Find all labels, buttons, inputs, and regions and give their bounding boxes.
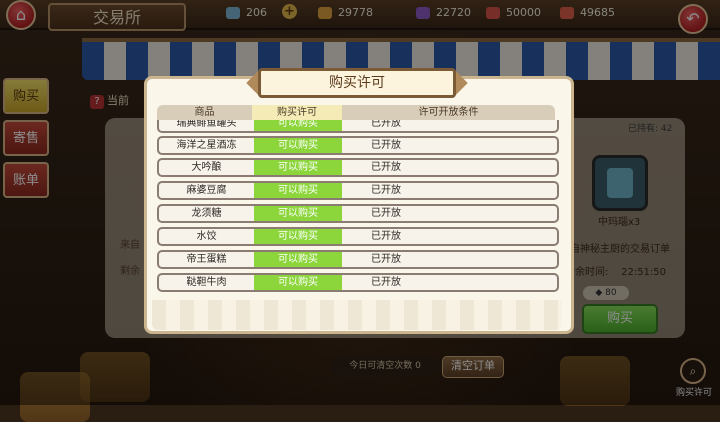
table-row: 麻婆豆腐 可以购买 已开放 [157, 181, 559, 200]
column-item: 商品 [157, 105, 252, 120]
table-row: 水饺 可以购买 已开放 [157, 227, 559, 246]
permit-status: 可以购买 [254, 206, 342, 221]
permit-status: 可以购买 [254, 229, 342, 244]
item-name: 麻婆豆腐 [186, 185, 227, 196]
dialog-decorative-border [152, 300, 562, 330]
item-name: 水饺 [196, 231, 217, 242]
item-name: 帝王蛋糕 [186, 254, 227, 265]
permit-table-header: 商品 购买许可 许可开放条件 [157, 105, 561, 120]
item-name: 龙须糖 [191, 208, 222, 219]
permit-table-body[interactable]: 瑞典鲱鱼罐头 可以购买 已开放 海洋之星酒冻 可以购买 已开放 大吟酿 可以购买… [157, 120, 561, 295]
item-name: 大吟酿 [191, 162, 222, 173]
table-row: 龙须糖 可以购买 已开放 [157, 204, 559, 223]
dialog-title: 购买许可 [258, 68, 456, 98]
unlock-condition: 已开放 [371, 185, 401, 196]
item-name: 瑞典鲱鱼罐头 [176, 120, 237, 129]
table-row: 帝王蛋糕 可以购买 已开放 [157, 250, 559, 269]
item-name: 海洋之星酒冻 [176, 140, 237, 151]
permit-status: 可以购买 [254, 183, 342, 198]
permit-status: 可以购买 [254, 138, 342, 153]
unlock-condition: 已开放 [371, 231, 401, 242]
column-permit: 购买许可 [252, 105, 342, 120]
table-row: 鞑靼牛肉 可以购买 已开放 [157, 273, 559, 292]
unlock-condition: 已开放 [371, 120, 401, 129]
table-row: 瑞典鲱鱼罐头 可以购买 已开放 [157, 120, 559, 133]
table-row: 海洋之星酒冻 可以购买 已开放 [157, 136, 559, 155]
permit-status: 可以购买 [254, 252, 342, 267]
unlock-condition: 已开放 [371, 277, 401, 288]
table-row: 大吟酿 可以购买 已开放 [157, 158, 559, 177]
permit-status: 可以购买 [254, 120, 342, 131]
column-condition: 许可开放条件 [342, 105, 555, 120]
unlock-condition: 已开放 [371, 162, 401, 173]
unlock-condition: 已开放 [371, 140, 401, 151]
unlock-condition: 已开放 [371, 254, 401, 265]
permit-status: 可以购买 [254, 160, 342, 175]
unlock-condition: 已开放 [371, 208, 401, 219]
item-name: 鞑靼牛肉 [186, 277, 227, 288]
permit-status: 可以购买 [254, 275, 342, 290]
